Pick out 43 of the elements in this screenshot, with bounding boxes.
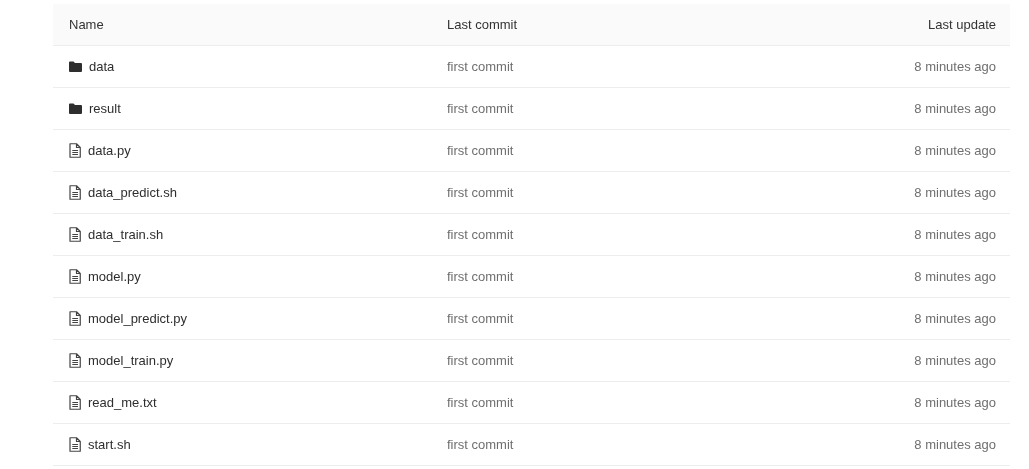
update-time: 8 minutes ago [914,59,996,74]
column-header: Last commit [447,17,519,32]
commit-message-link[interactable]: first commit [447,59,915,74]
folder-icon [69,103,82,114]
commit-message-link[interactable]: first commit [447,143,915,158]
commit-message-link[interactable]: first commit [447,227,915,242]
update-time: 8 minutes ago [914,437,996,452]
update-time: 8 minutes ago [914,227,996,242]
commit-message-link[interactable]: first commit [447,269,915,284]
commit-message-link[interactable]: first commit [447,311,915,326]
file-icon [69,227,81,242]
update-time: 8 minutes ago [914,143,996,158]
update-time: 8 minutes ago [914,101,996,116]
file-name-link[interactable]: start.sh [88,437,131,452]
file-icon [69,353,81,368]
file-name-link[interactable]: read_me.txt [88,395,157,410]
file-name-link[interactable]: data.py [88,143,131,158]
file-icon [69,311,81,326]
file-icon [69,143,81,158]
commit-message-link[interactable]: first commit [447,437,915,452]
commit-message-link[interactable]: first commit [447,353,915,368]
folder-icon [69,61,82,72]
commit-message-link[interactable]: first commit [447,101,915,116]
commit-message-link[interactable]: first commit [447,395,915,410]
column-header: Name [69,17,105,32]
file-icon [69,437,81,452]
file-name-link[interactable]: data [89,59,115,74]
update-time: 8 minutes ago [914,269,996,284]
file-name-link[interactable]: data_train.sh [88,227,164,242]
file-icon [69,395,81,410]
column-header: Last update [928,17,996,32]
update-time: 8 minutes ago [914,311,996,326]
file-name-link[interactable]: result [89,101,121,116]
file-name-link[interactable]: model_train.py [88,353,174,368]
update-time: 8 minutes ago [914,353,996,368]
file-icon [69,269,81,284]
update-time: 8 minutes ago [914,185,996,200]
update-time: 8 minutes ago [914,395,996,410]
file-name-link[interactable]: data_predict.sh [88,185,177,200]
commit-message-link[interactable]: first commit [447,185,915,200]
file-name-link[interactable]: model.py [88,269,141,284]
file-name-link[interactable]: model_predict.py [88,311,187,326]
file-icon [69,185,81,200]
